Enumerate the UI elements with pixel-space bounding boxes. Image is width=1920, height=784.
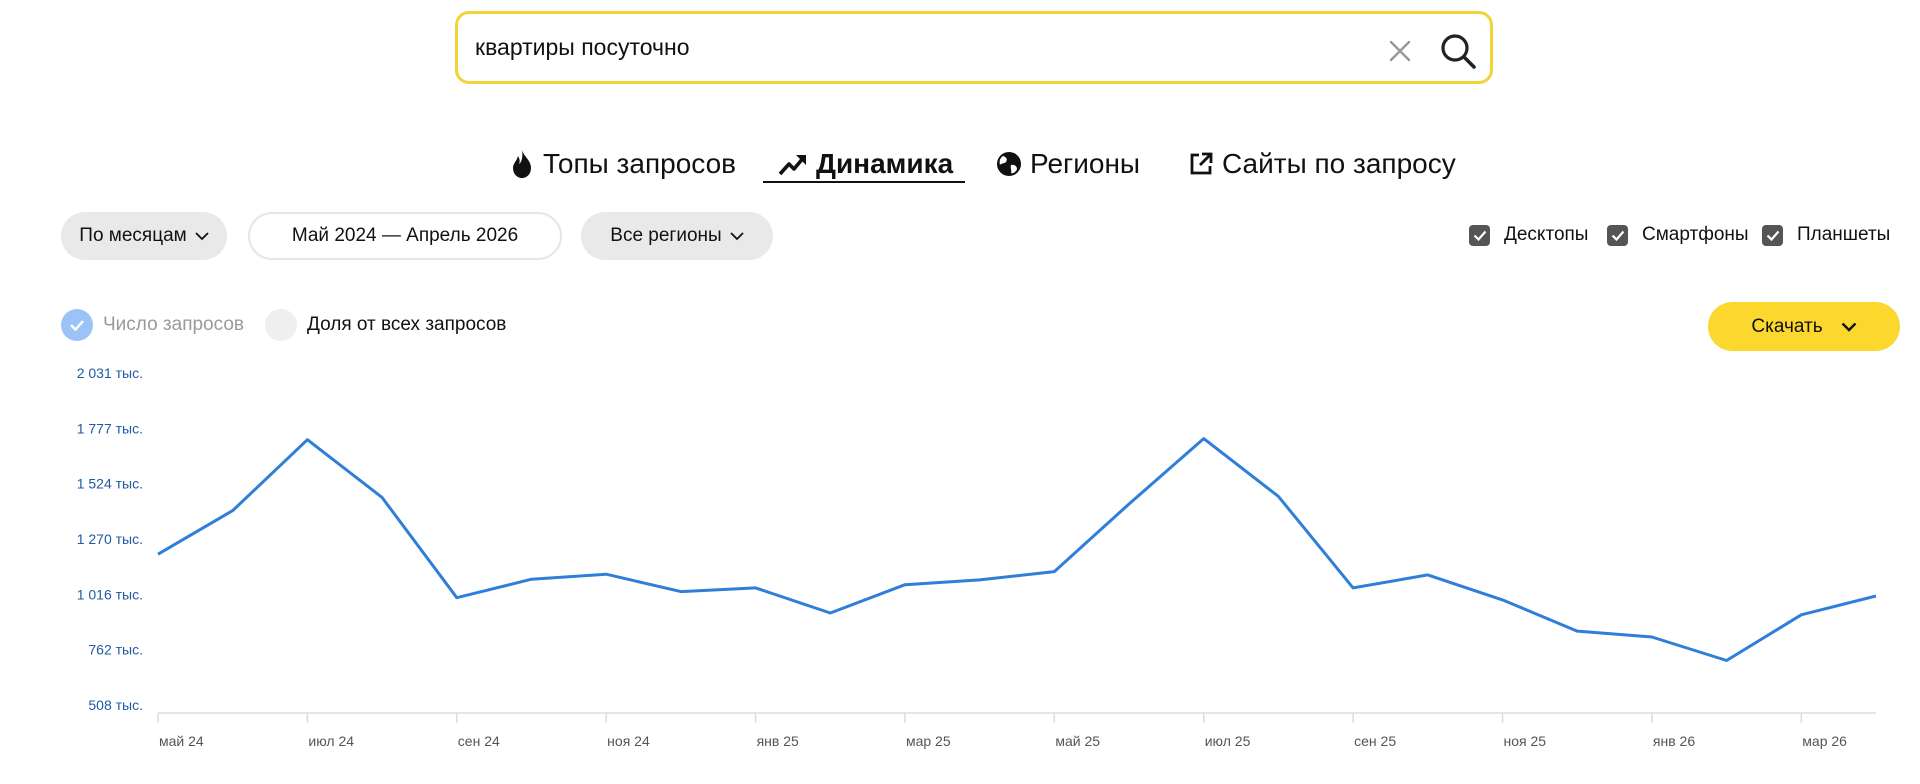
search-input[interactable]: квартиры посуточно (475, 34, 689, 61)
data-point[interactable] (1498, 595, 1508, 605)
tab-regions[interactable]: Регионы (996, 148, 1140, 180)
data-point[interactable] (228, 506, 238, 516)
metric-share-radio[interactable]: Доля от всех запросов (265, 309, 506, 341)
y-tick-label: 762 тыс. (88, 642, 143, 658)
metric-count-label: Число запросов (103, 314, 244, 335)
data-point[interactable] (1348, 583, 1358, 593)
checkbox-checked-icon (1762, 224, 1783, 246)
chevron-down-icon (730, 231, 744, 240)
tab-dynamics[interactable]: Динамика (778, 148, 953, 180)
data-point[interactable] (1199, 434, 1209, 444)
x-tick-label: янв 26 (1653, 733, 1695, 749)
x-tick-label: мар 26 (1802, 733, 1847, 749)
active-tab-underline (763, 181, 965, 183)
data-point[interactable] (452, 593, 462, 603)
data-point[interactable] (751, 583, 761, 593)
data-point[interactable] (302, 435, 312, 445)
regions-label: Все регионы (610, 225, 722, 246)
data-point[interactable] (1572, 626, 1582, 636)
data-point[interactable] (1273, 491, 1283, 501)
period-select[interactable]: По месяцам (61, 212, 227, 260)
y-tick-label: 1 524 тыс. (77, 476, 143, 492)
download-button[interactable]: Скачать (1708, 302, 1900, 351)
search-icon[interactable] (1438, 31, 1478, 71)
line-chart: 2 031 тыс. 1 777 тыс. 1 524 тыс. 1 270 тыс.… (77, 365, 1881, 749)
device-label: Планшеты (1797, 224, 1891, 245)
y-tick-label: 1 270 тыс. (77, 531, 143, 547)
chevron-down-icon (1841, 322, 1856, 332)
tab-sites[interactable]: Сайты по запросу (1188, 148, 1456, 180)
device-label: Смартфоны (1642, 224, 1749, 245)
x-tick-label: сен 25 (1354, 733, 1396, 749)
tab-label: Регионы (1030, 148, 1141, 179)
data-point[interactable] (1796, 610, 1806, 620)
y-tick-label: 2 031 тыс. (77, 365, 143, 381)
trend-up-icon (778, 155, 806, 176)
data-point[interactable] (1049, 567, 1059, 577)
data-point[interactable] (153, 549, 163, 559)
device-desktop-checkbox[interactable]: Десктопы (1469, 224, 1588, 246)
tab-label: Динамика (816, 148, 954, 179)
search-box[interactable]: квартиры посуточно (455, 11, 1493, 84)
y-tick-label: 1 777 тыс. (77, 420, 143, 436)
radio-unchecked-icon (265, 309, 297, 341)
x-tick-label: май 24 (159, 733, 204, 749)
x-tick-label: ноя 25 (1504, 733, 1547, 749)
date-range-label: Май 2024 — Апрель 2026 (291, 225, 519, 246)
device-smartphone-checkbox[interactable]: Смартфоны (1607, 224, 1749, 246)
checkbox-checked-icon (1469, 224, 1490, 246)
date-range-picker[interactable]: Май 2024 — Апрель 2026 (248, 212, 562, 260)
metric-count-radio[interactable]: Число запросов (61, 309, 244, 341)
data-point[interactable] (377, 492, 387, 502)
data-point[interactable] (676, 587, 686, 597)
tab-label: Сайты по запросу (1222, 148, 1456, 179)
data-point[interactable] (1722, 656, 1732, 666)
data-point[interactable] (1423, 570, 1433, 580)
data-point[interactable] (975, 575, 985, 585)
download-label: Скачать (1751, 315, 1823, 337)
x-tick-label: янв 25 (757, 733, 799, 749)
checkbox-checked-icon (1607, 224, 1628, 246)
external-link-icon (1190, 152, 1213, 175)
x-tick-label: июл 25 (1205, 733, 1251, 749)
data-point[interactable] (900, 580, 910, 590)
data-point[interactable] (601, 569, 611, 579)
radio-checked-icon (61, 309, 93, 341)
flame-icon (513, 150, 531, 178)
clear-icon[interactable] (1386, 37, 1414, 65)
tab-label: Топы запросов (543, 148, 737, 179)
y-tick-label: 1 016 тыс. (77, 586, 143, 602)
x-tick-label: сен 24 (458, 733, 500, 749)
y-tick-label: 508 тыс. (88, 697, 143, 713)
data-point[interactable] (1871, 591, 1881, 601)
data-point[interactable] (1124, 499, 1134, 509)
x-tick-label: мар 25 (906, 733, 951, 749)
series-line (157, 437, 1877, 662)
x-tick-label: июл 24 (308, 733, 354, 749)
regions-select[interactable]: Все регионы (581, 212, 773, 260)
data-point[interactable] (825, 608, 835, 618)
tab-top-queries[interactable]: Топы запросов (509, 148, 736, 180)
x-tick-label: май 25 (1055, 733, 1100, 749)
x-tick-label: ноя 24 (607, 733, 650, 749)
metric-share-label: Доля от всех запросов (307, 314, 507, 335)
data-point[interactable] (526, 574, 536, 584)
globe-icon (997, 152, 1021, 176)
period-label: По месяцам (79, 225, 187, 246)
chevron-down-icon (195, 231, 209, 240)
device-label: Десктопы (1504, 224, 1589, 245)
device-tablet-checkbox[interactable]: Планшеты (1762, 224, 1890, 246)
data-point[interactable] (1647, 632, 1657, 642)
